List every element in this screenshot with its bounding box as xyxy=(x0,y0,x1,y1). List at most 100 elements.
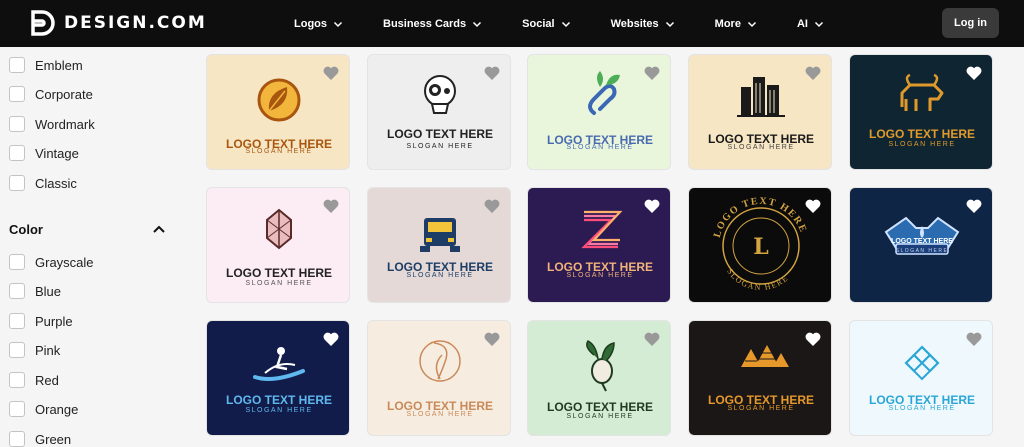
nav-logos[interactable]: Logos xyxy=(294,18,343,30)
checkbox[interactable] xyxy=(9,145,25,161)
logo-template-card[interactable]: LOGO TEXT HERE SLOGAN HERE xyxy=(849,320,993,436)
logo-template-card[interactable]: LOGO TEXT HERE SLOGAN HERE xyxy=(206,320,350,436)
logo-template-card[interactable]: LOGO TEXT HERE SLOGAN HERE xyxy=(367,187,511,303)
checkbox[interactable] xyxy=(9,57,25,73)
logo-slogan-text: SLOGAN HERE xyxy=(245,148,313,155)
logo-template-card[interactable]: LOGO TEXT HERE SLOGAN HERE xyxy=(527,187,671,303)
favorite-heart-icon[interactable] xyxy=(965,331,983,347)
checkbox[interactable] xyxy=(9,116,25,132)
filter-wordmark[interactable]: Wordmark xyxy=(9,116,95,132)
filter-label: Vintage xyxy=(35,145,79,161)
favorite-heart-icon[interactable] xyxy=(322,331,340,347)
favorite-heart-icon[interactable] xyxy=(965,65,983,81)
favorite-heart-icon[interactable] xyxy=(483,198,501,214)
logo-slogan-text: SLOGAN HERE xyxy=(245,407,313,414)
checkbox[interactable] xyxy=(9,372,25,388)
logo-slogan-text: SLOGAN HERE xyxy=(566,413,634,420)
favorite-heart-icon[interactable] xyxy=(643,65,661,81)
favorite-heart-icon[interactable] xyxy=(643,331,661,347)
logo-template-card[interactable]: LOGO TEXT HERE SLOGAN HERE xyxy=(367,320,511,436)
filter-orange[interactable]: Orange xyxy=(9,401,78,417)
logo-template-card[interactable]: LOGO TEXT HERE SLOGAN HERE xyxy=(527,320,671,436)
logo-template-card[interactable]: LOGO TEXT HERE SLOGAN HERE xyxy=(367,54,511,170)
nav-more[interactable]: More xyxy=(715,18,757,30)
nav-business-cards[interactable]: Business Cards xyxy=(383,18,482,30)
filter-label: Green xyxy=(35,431,72,447)
logo-title-text: LOGO TEXT HERE xyxy=(546,400,653,414)
checkbox[interactable] xyxy=(9,86,25,102)
filter-label: Orange xyxy=(35,401,79,417)
nav-ai[interactable]: AI xyxy=(797,18,824,30)
checkbox[interactable] xyxy=(9,313,25,329)
logo-slogan-text: SLOGAN HERE xyxy=(406,272,474,279)
logo-slogan-text: SLOGAN HERE xyxy=(406,411,474,418)
nav-label: Websites xyxy=(610,17,659,30)
checkbox[interactable] xyxy=(9,342,25,358)
logo-slogan-text: SLOGAN HERE xyxy=(406,143,474,150)
filter-purple[interactable]: Purple xyxy=(9,313,73,329)
nav-label: More xyxy=(714,17,741,30)
filter-vintage[interactable]: Vintage xyxy=(9,145,79,161)
design-logo-icon xyxy=(31,10,55,36)
checkbox[interactable] xyxy=(9,175,25,191)
logo-template-card[interactable]: LOGO TEXT HERE SLOGAN HERE xyxy=(688,54,832,170)
filter-label: Grayscale xyxy=(35,254,94,270)
logo-slogan-text: SLOGAN HERE xyxy=(888,141,956,148)
checkbox[interactable] xyxy=(9,431,25,447)
filter-pink[interactable]: Pink xyxy=(9,342,60,358)
brand-name: DESIGN.COM xyxy=(64,13,207,33)
favorite-heart-icon[interactable] xyxy=(804,198,822,214)
filter-label: Wordmark xyxy=(35,116,95,132)
checkbox[interactable] xyxy=(9,401,25,417)
filter-classic[interactable]: Classic xyxy=(9,175,77,191)
nav-social[interactable]: Social xyxy=(522,18,570,30)
favorite-heart-icon[interactable] xyxy=(322,65,340,81)
filter-red[interactable]: Red xyxy=(9,372,59,388)
logo-template-card[interactable]: LOGO TEXT HERE SLOGAN HERE xyxy=(206,187,350,303)
chevron-down-icon xyxy=(747,21,756,27)
logo-template-card[interactable]: LOGO TEXT HERE SLOGAN HERE xyxy=(849,54,993,170)
favorite-heart-icon[interactable] xyxy=(804,331,822,347)
logo-slogan-text: SLOGAN HERE xyxy=(245,280,313,287)
logo-title-text: LOGO TEXT HERE xyxy=(386,127,493,141)
favorite-heart-icon[interactable] xyxy=(804,65,822,81)
filter-emblem[interactable]: Emblem xyxy=(9,57,83,73)
logo-template-card[interactable]: LOGO TEXT HERE SLOGAN HERE xyxy=(206,54,350,170)
filter-blue[interactable]: Blue xyxy=(9,283,61,299)
logo-template-card[interactable]: LOGO TEXT HERE SLOGAN HERE xyxy=(849,187,993,303)
main-nav: Logos Business Cards Social Websites Mor… xyxy=(294,0,864,47)
filter-corporate[interactable]: Corporate xyxy=(9,86,93,102)
logo-template-card[interactable]: LOGO TEXT HERE SLOGAN HERE xyxy=(688,320,832,436)
login-button[interactable]: Log in xyxy=(942,8,999,38)
nav-websites[interactable]: Websites xyxy=(611,18,675,30)
top-navigation-bar: DESIGN.COM Logos Business Cards Social W… xyxy=(0,0,1024,47)
chevron-down-icon xyxy=(665,21,674,27)
filter-sidebar: Emblem Corporate Wordmark Vintage Classi… xyxy=(0,47,185,447)
svg-text:L: L xyxy=(753,234,768,260)
filter-grayscale[interactable]: Grayscale xyxy=(9,254,94,270)
chevron-down-icon xyxy=(333,21,343,27)
filter-green[interactable]: Green xyxy=(9,431,71,447)
logo-slogan-text: SLOGAN HERE xyxy=(727,405,795,412)
favorite-heart-icon[interactable] xyxy=(483,65,501,81)
favorite-heart-icon[interactable] xyxy=(965,198,983,214)
logo-title-text: LOGO TEXT HERE xyxy=(868,127,975,141)
filter-label: Classic xyxy=(35,175,77,191)
logo-slogan-text: SLOGAN HERE xyxy=(727,144,795,151)
chevron-up-icon[interactable] xyxy=(152,223,166,235)
filter-label: Pink xyxy=(35,342,61,358)
color-section-title: Color xyxy=(9,222,43,237)
checkbox[interactable] xyxy=(9,254,25,270)
checkbox[interactable] xyxy=(9,283,25,299)
logo-template-card[interactable]: L LOGO TEXT HERE SLOGAN HERE xyxy=(688,187,832,303)
favorite-heart-icon[interactable] xyxy=(483,331,501,347)
logo-slogan-text: SLOGAN HERE xyxy=(566,272,634,279)
brand-logo[interactable]: DESIGN.COM xyxy=(30,10,207,36)
logo-slogan-text: SLOGAN HERE xyxy=(566,144,634,151)
logo-title-text: LOGO TEXT HERE xyxy=(891,238,953,245)
favorite-heart-icon[interactable] xyxy=(643,198,661,214)
logo-slogan-text: SLOGAN HERE xyxy=(725,267,790,292)
chevron-down-icon xyxy=(561,21,570,27)
logo-template-card[interactable]: LOGO TEXT HERE SLOGAN HERE xyxy=(527,54,671,170)
favorite-heart-icon[interactable] xyxy=(322,198,340,214)
